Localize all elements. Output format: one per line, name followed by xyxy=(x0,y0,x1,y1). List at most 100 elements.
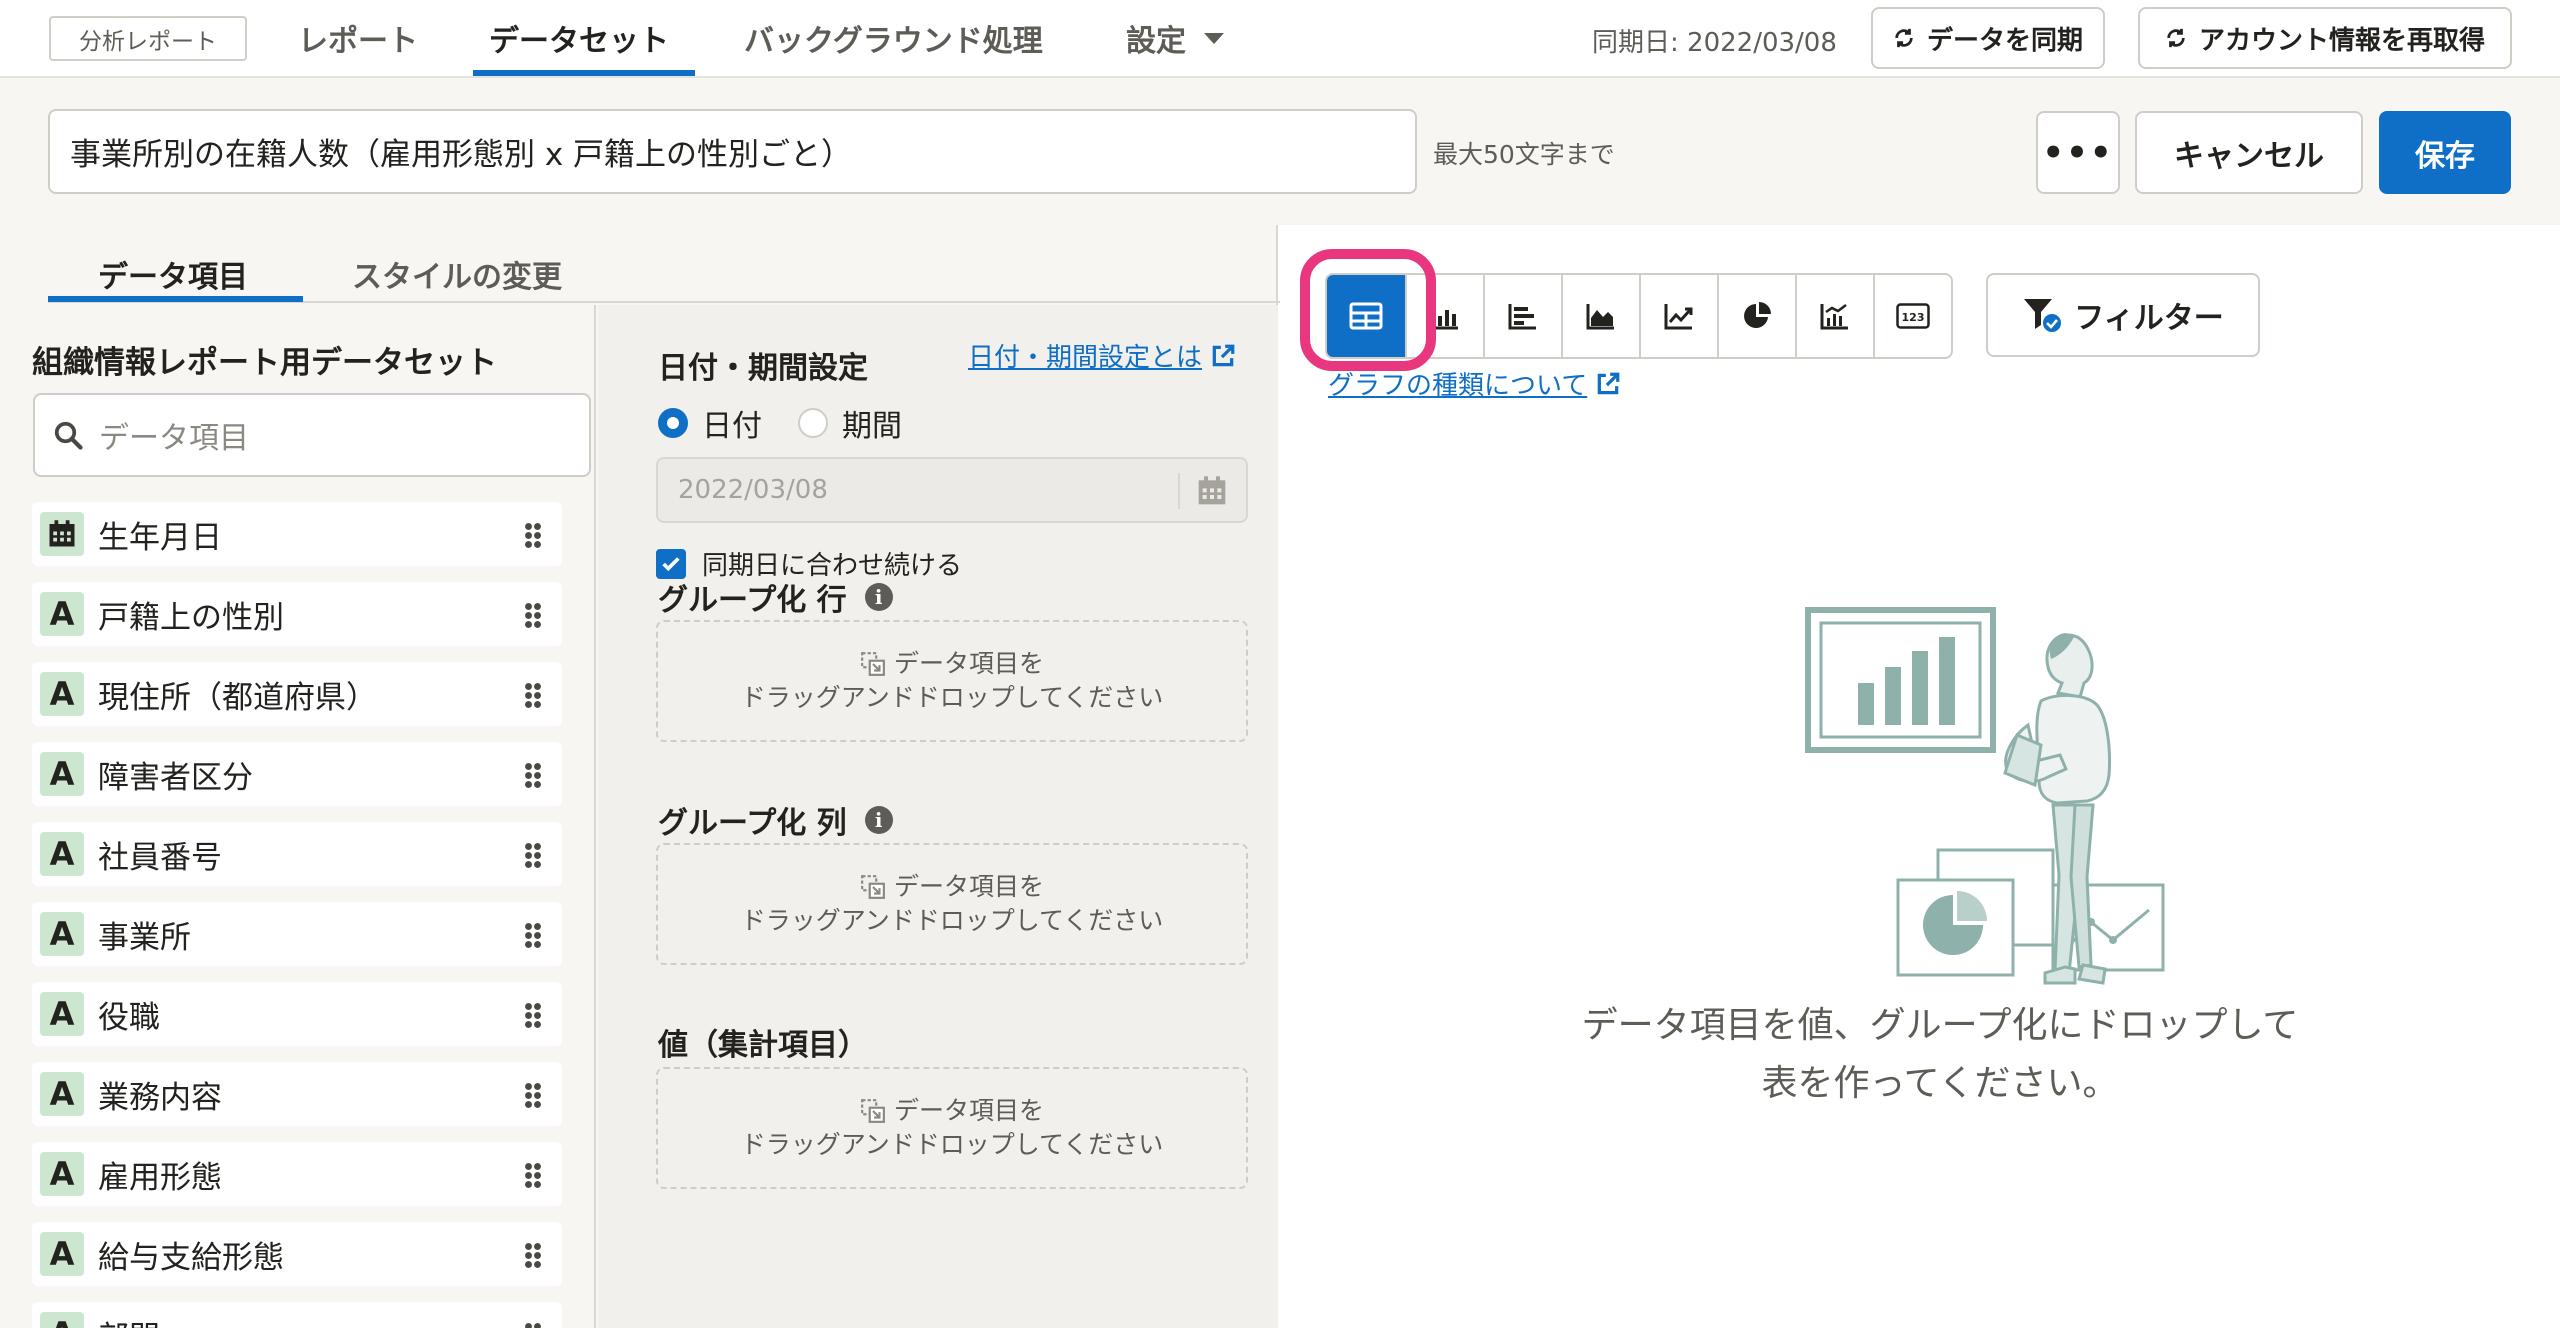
nav-tab-reports[interactable]: レポート xyxy=(298,0,418,76)
refetch-account-button[interactable]: アカウント情報を再取得 xyxy=(2138,7,2512,69)
radio-date[interactable]: 日付 xyxy=(658,401,762,445)
text-type-icon: A xyxy=(40,1312,84,1328)
field-item[interactable]: A 戸籍上の性別 xyxy=(32,582,562,646)
chart-type-combo[interactable] xyxy=(1795,275,1873,357)
chevron-down-icon xyxy=(1204,32,1224,44)
drag-handle-icon[interactable] xyxy=(524,842,542,868)
info-icon[interactable]: i xyxy=(864,583,893,611)
field-item[interactable]: A 障害者区分 xyxy=(32,742,562,806)
group-row-dropzone[interactable]: データ項目を ドラッグアンドドロップしてください xyxy=(656,620,1248,742)
save-button[interactable]: 保存 xyxy=(2379,111,2511,194)
dropzone-text-line2: ドラッグアンドドロップしてください xyxy=(740,683,1164,712)
chart-type-horizontal-bar[interactable] xyxy=(1483,275,1561,357)
nav-tab-datasets[interactable]: データセット xyxy=(489,0,669,76)
group-col-dropzone[interactable]: データ項目を ドラッグアンドドロップしてください xyxy=(656,843,1248,965)
more-options-button[interactable]: ••• xyxy=(2036,111,2120,194)
sync-data-button[interactable]: データを同期 xyxy=(1871,7,2105,69)
chart-type-area[interactable] xyxy=(1561,275,1639,357)
filter-button[interactable]: フィルター xyxy=(1986,273,2260,357)
chart-type-pie[interactable] xyxy=(1717,275,1795,357)
refresh-icon xyxy=(1895,28,1913,48)
dropzone-text-line2: ドラッグアンドドロップしてください xyxy=(740,1130,1164,1159)
tab-style-settings[interactable]: スタイルの変更 xyxy=(352,245,562,303)
empty-state-line1: データ項目を値、グループ化にドロップして xyxy=(1581,1005,2299,1046)
app-badge[interactable]: 分析レポート xyxy=(49,16,247,61)
drag-handle-icon[interactable] xyxy=(524,1162,542,1188)
number-icon: 123 xyxy=(1896,303,1930,329)
field-item[interactable]: A 役職 xyxy=(32,982,562,1046)
nav-tab-background-jobs[interactable]: バックグラウンド処理 xyxy=(744,0,1043,76)
info-icon[interactable]: i xyxy=(864,806,893,834)
field-label: 社員番号 xyxy=(98,839,222,876)
preview-panel: 123 フィルター グラフの種類について 4 xyxy=(1280,225,2560,1328)
field-label: 戸籍上の性別 xyxy=(98,599,284,636)
field-search-input[interactable]: データ項目 xyxy=(33,393,591,477)
field-label: 給与支給形態 xyxy=(98,1239,284,1276)
calendar-icon[interactable] xyxy=(1196,475,1228,507)
empty-state-illustration: 4 xyxy=(1805,607,2165,985)
values-dropzone[interactable]: データ項目を ドラッグアンドドロップしてください xyxy=(656,1067,1248,1189)
search-placeholder: データ項目 xyxy=(99,421,249,456)
chart-type-number[interactable]: 123 xyxy=(1873,275,1951,357)
drag-handle-icon[interactable] xyxy=(524,522,542,548)
refresh-icon xyxy=(2167,28,2185,48)
group-row-section: グループ化 行 i xyxy=(658,575,893,619)
field-item[interactable]: A 業務内容 xyxy=(32,1062,562,1126)
filter-label: フィルター xyxy=(2074,301,2224,336)
chart-type-line[interactable] xyxy=(1639,275,1717,357)
drag-handle-icon[interactable] xyxy=(524,1002,542,1028)
drag-handle-icon[interactable] xyxy=(524,1082,542,1108)
radio-date-label: 日付 xyxy=(702,409,762,444)
left-panel: データ項目 スタイルの変更 組織情報レポート用データセット データ項目 生年月日… xyxy=(0,225,1280,1328)
report-title-input[interactable]: 事業所別の在籍人数（雇用形態別 x 戸籍上の性別ごと） xyxy=(48,109,1417,194)
date-field-divider xyxy=(1178,473,1180,509)
date-field[interactable]: 2022/03/08 xyxy=(656,457,1248,523)
chart-types-help-link[interactable]: グラフの種類について xyxy=(1328,365,1621,402)
line-chart-icon xyxy=(1664,304,1693,330)
tab-data-items[interactable]: データ項目 xyxy=(98,245,248,303)
radio-period[interactable]: 期間 xyxy=(798,401,902,445)
field-label: 役職 xyxy=(98,999,160,1036)
drag-handle-icon[interactable] xyxy=(524,1322,542,1328)
nav-tab-settings[interactable]: 設定 xyxy=(1126,0,1224,76)
drag-drop-icon xyxy=(861,875,885,899)
text-type-icon: A xyxy=(40,1152,84,1196)
field-item[interactable]: A 事業所 xyxy=(32,902,562,966)
field-item[interactable]: A 給与支給形態 xyxy=(32,1222,562,1286)
filter-icon xyxy=(2024,299,2062,332)
radio-period-label: 期間 xyxy=(842,409,902,444)
field-item[interactable]: 生年月日 xyxy=(32,502,562,566)
empty-state-line2: 表を作ってください。 xyxy=(1761,1063,2119,1104)
dataset-heading: 組織情報レポート用データセット xyxy=(32,345,497,381)
date-settings-heading: 日付・期間設定 xyxy=(658,351,868,386)
group-col-section: グループ化 列 i xyxy=(658,798,893,842)
top-navigation: 分析レポート レポート データセット バックグラウンド処理 設定 同期日: 20… xyxy=(0,0,2560,78)
field-label: 雇用形態 xyxy=(98,1159,222,1196)
text-type-icon: A xyxy=(40,592,84,636)
cancel-button[interactable]: キャンセル xyxy=(2135,111,2363,194)
field-label: 部門 xyxy=(98,1312,160,1328)
drag-handle-icon[interactable] xyxy=(524,1242,542,1268)
nav-tab-settings-label: 設定 xyxy=(1126,24,1186,59)
field-item[interactable]: A 部門 xyxy=(32,1302,562,1328)
refetch-account-label: アカウント情報を再取得 xyxy=(2198,25,2485,56)
svg-text:123: 123 xyxy=(1902,311,1925,324)
sync-data-label: データを同期 xyxy=(1926,25,2083,56)
field-item[interactable]: A 社員番号 xyxy=(32,822,562,886)
external-link-icon xyxy=(1212,344,1235,366)
report-title-bar: 事業所別の在籍人数（雇用形態別 x 戸籍上の性別ごと） 最大50文字まで •••… xyxy=(0,78,2560,225)
field-item[interactable]: A 雇用形態 xyxy=(32,1142,562,1206)
sync-date: 同期日: 2022/03/08 xyxy=(1592,28,1837,58)
pie-chart-icon xyxy=(1744,302,1771,328)
drag-handle-icon[interactable] xyxy=(524,602,542,628)
radio-date-control xyxy=(658,408,688,438)
drag-handle-icon[interactable] xyxy=(524,762,542,788)
drag-handle-icon[interactable] xyxy=(524,922,542,948)
text-type-icon: A xyxy=(40,672,84,716)
drag-handle-icon[interactable] xyxy=(524,682,542,708)
field-item[interactable]: A 現住所（都道府県） xyxy=(32,662,562,726)
text-type-icon: A xyxy=(40,1072,84,1116)
report-settings-column: 日付・期間設定 日付・期間設定とは 日付 期間 2022/03/08 同期日に合… xyxy=(598,305,1278,1328)
calendar-icon xyxy=(40,512,84,556)
date-settings-help-link[interactable]: 日付・期間設定とは xyxy=(968,337,1236,374)
